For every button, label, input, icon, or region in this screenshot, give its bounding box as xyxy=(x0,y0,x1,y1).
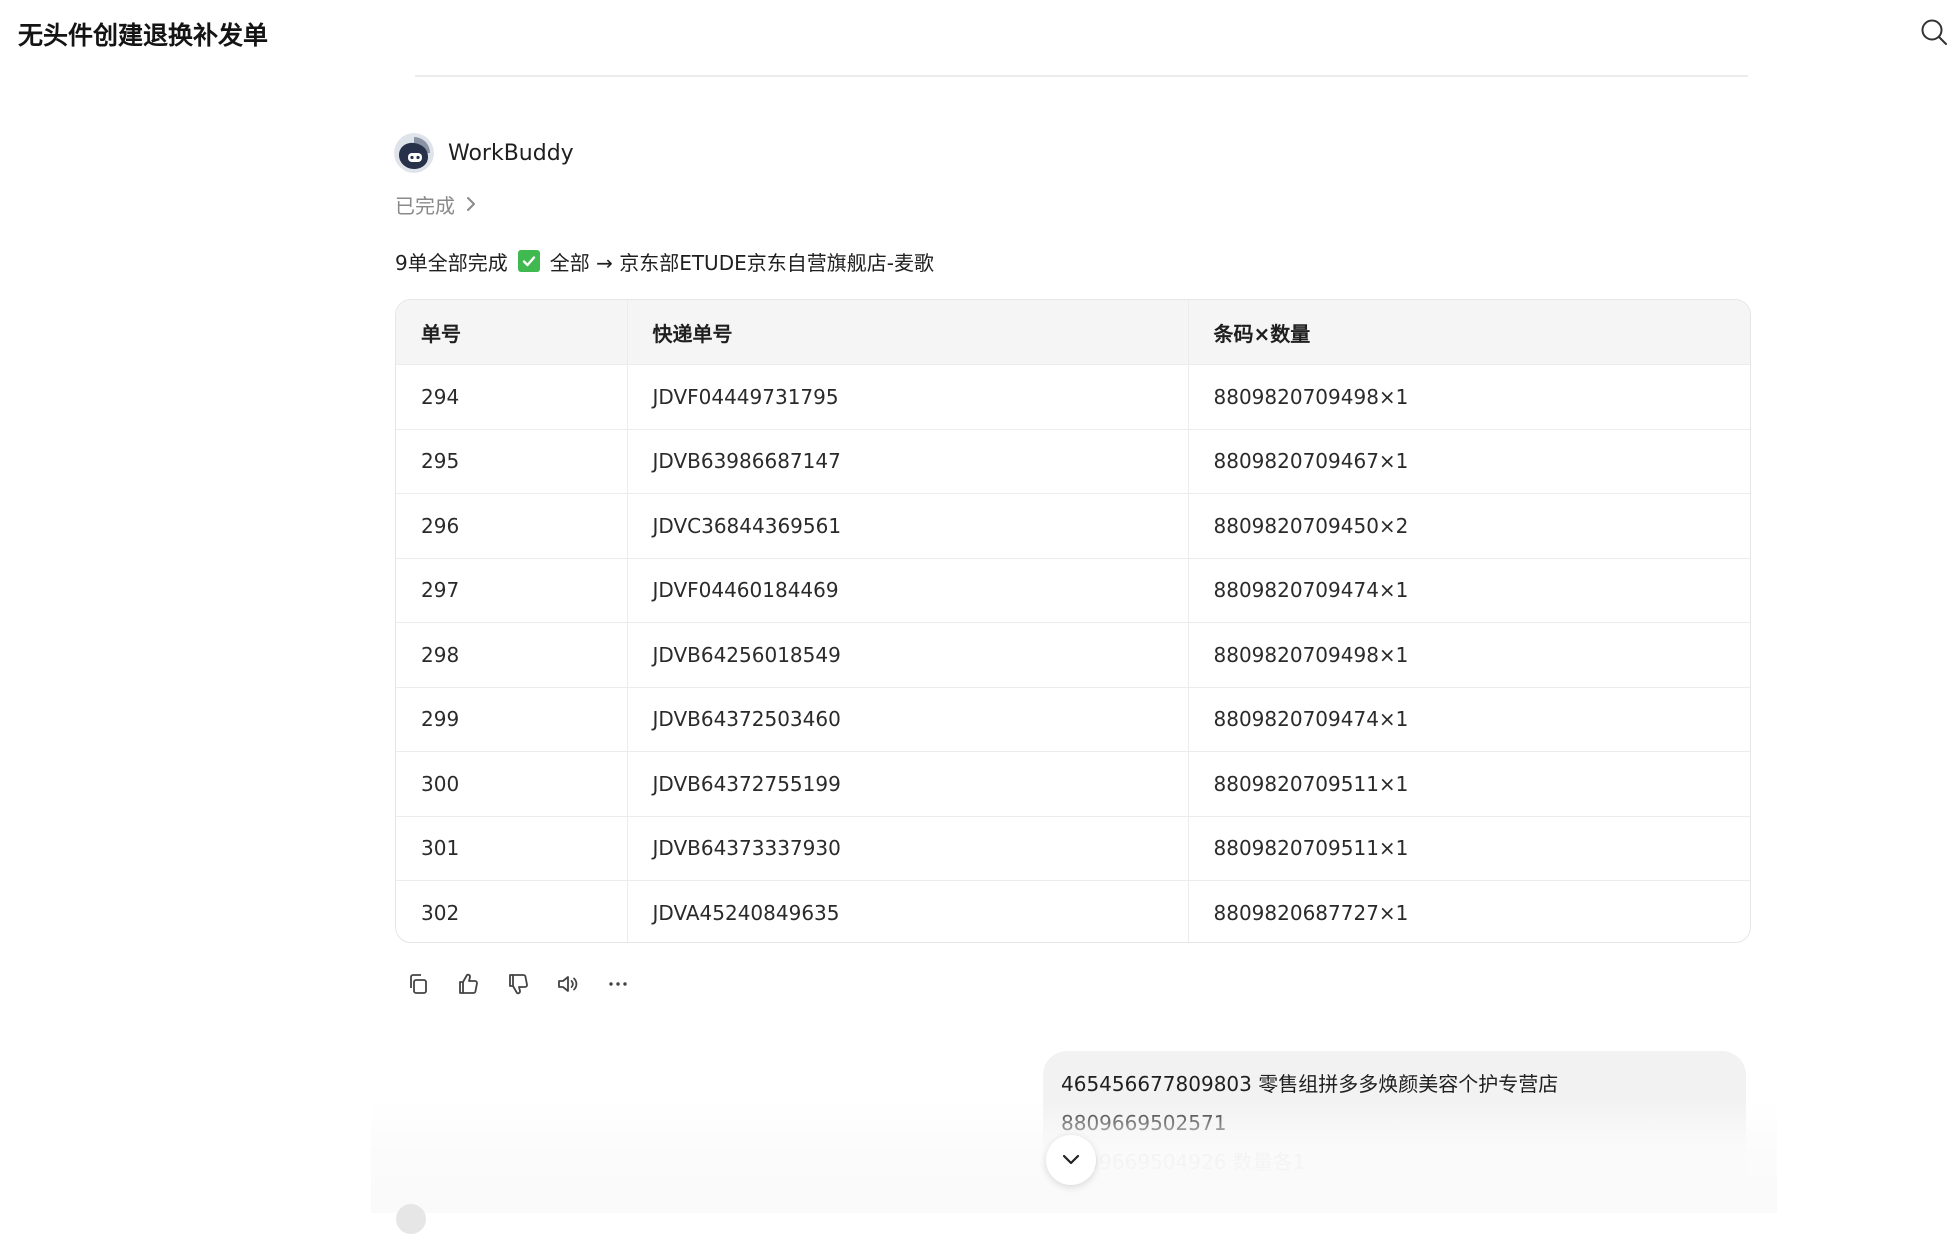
search-button[interactable] xyxy=(1916,14,1950,50)
tracking-number-cell: JDVF04460184469 xyxy=(627,558,1189,623)
tracking-number-cell: JDVB64372755199 xyxy=(627,751,1189,817)
order-number-cell: 294 xyxy=(396,364,628,430)
copy-icon xyxy=(410,974,427,994)
order-number-cell: 297 xyxy=(396,558,628,623)
user-message-bubble: 465456677809803 零售组拼多多焕颜美容个护专营店 88096695… xyxy=(1043,1051,1746,1213)
summary-prefix: 9单全部完成 xyxy=(395,250,508,275)
status-toggle[interactable]: 已完成 xyxy=(395,190,477,218)
scroll-to-bottom-button[interactable] xyxy=(1046,1135,1096,1185)
table-row: 294 JDVF04449731795 8809820709498×1 xyxy=(396,364,1750,430)
summary-suffix: 全部 → 京东部ETUDE京东自营旗舰店-麦歌 xyxy=(549,250,934,275)
like-button[interactable] xyxy=(450,966,486,1002)
barcode-quantity-cell: 8809820709467×1 xyxy=(1188,429,1750,494)
tracking-number-cell: JDVB63986687147 xyxy=(627,429,1189,494)
page-title: 无头件创建退换补发单 xyxy=(18,21,269,50)
read-aloud-button[interactable] xyxy=(550,966,586,1002)
table-row: 301 JDVB64373337930 8809820709511×1 xyxy=(396,816,1750,881)
table-row: 299 JDVB64372503460 8809820709474×1 xyxy=(396,687,1750,752)
barcode-quantity-cell: 8809820709511×1 xyxy=(1188,751,1750,817)
column-header: 条码×数量 xyxy=(1188,300,1750,365)
chevron-down-icon xyxy=(1062,1154,1080,1165)
table-row: 300 JDVB64372755199 8809820709511×1 xyxy=(396,751,1750,817)
column-header: 快递单号 xyxy=(627,300,1189,365)
tracking-number-cell: JDVC36844369561 xyxy=(627,493,1189,559)
order-number-cell: 298 xyxy=(396,622,628,688)
table-row: 302 JDVA45240849635 8809820687727×1 xyxy=(396,880,1750,942)
more-icon xyxy=(609,982,627,986)
table-row: 295 JDVB63986687147 8809820709467×1 xyxy=(396,429,1750,494)
status-label: 已完成 xyxy=(395,193,455,218)
barcode-quantity-cell: 8809820709511×1 xyxy=(1188,816,1750,881)
thumbs-up-icon xyxy=(459,973,478,994)
barcode-quantity-cell: 8809820709498×1 xyxy=(1188,364,1750,430)
barcode-quantity-cell: 8809820687727×1 xyxy=(1213,901,1409,925)
order-number-cell: 302 xyxy=(396,880,628,942)
check-mark-icon xyxy=(517,250,540,272)
tracking-number-cell: JDVA45240849635 xyxy=(627,880,1189,942)
table-row: 297 JDVF04460184469 8809820709474×1 xyxy=(396,558,1750,623)
barcode-quantity-cell: 8809820709474×1 xyxy=(1188,687,1750,752)
tracking-number-cell: JDVB64256018549 xyxy=(627,622,1189,688)
barcode-quantity-cell: 8809820709474×1 xyxy=(1188,558,1750,623)
order-number-cell: 296 xyxy=(396,493,628,559)
workbuddy-logo-icon xyxy=(394,133,434,173)
order-number-cell: 299 xyxy=(396,687,628,752)
table-row: 296 JDVC36844369561 8809820709450×2 xyxy=(396,493,1750,559)
user-message-line: 465456677809803 零售组拼多多焕颜美容个护专营店 88096695… xyxy=(1061,1072,1559,1135)
result-table: 单号 快递单号 条码×数量 294 JDVF04449731795 880982… xyxy=(395,299,1751,943)
tracking-number-cell: JDVB64373337930 xyxy=(627,816,1189,881)
copy-button[interactable] xyxy=(400,966,436,1002)
tracking-number-cell: JDVB64372503460 xyxy=(627,687,1189,752)
column-header: 单号 xyxy=(396,300,628,365)
table-row: 298 JDVB64256018549 8809820709498×1 xyxy=(396,622,1750,688)
order-number-cell: 300 xyxy=(396,751,628,817)
bot-header: WorkBuddy xyxy=(394,133,574,173)
message-actions xyxy=(400,966,650,1002)
thumbs-down-icon xyxy=(509,974,528,995)
table-header-row: 单号 快递单号 条码×数量 xyxy=(396,300,1750,365)
barcode-quantity-cell: 8809820709450×2 xyxy=(1188,493,1750,559)
summary-line: 9单全部完成 全部 → 京东部ETUDE京东自营旗舰店-麦歌 xyxy=(395,245,934,277)
tracking-number-cell: JDVF04449731795 xyxy=(627,364,1189,430)
chevron-right-icon xyxy=(467,197,475,211)
speaker-icon xyxy=(558,976,578,992)
dislike-button[interactable] xyxy=(500,966,536,1002)
barcode-quantity-cell: 8809820709498×1 xyxy=(1188,622,1750,688)
avatar xyxy=(394,133,434,173)
avatar xyxy=(396,1204,426,1234)
search-icon xyxy=(1921,19,1947,45)
bot-name: WorkBuddy xyxy=(448,140,574,166)
divider xyxy=(415,75,1748,77)
more-button[interactable] xyxy=(600,966,636,1002)
order-number-cell: 301 xyxy=(396,816,628,881)
user-message-line: 8809669504926 数量各1 xyxy=(1061,1150,1306,1174)
order-number-cell: 295 xyxy=(396,429,628,494)
